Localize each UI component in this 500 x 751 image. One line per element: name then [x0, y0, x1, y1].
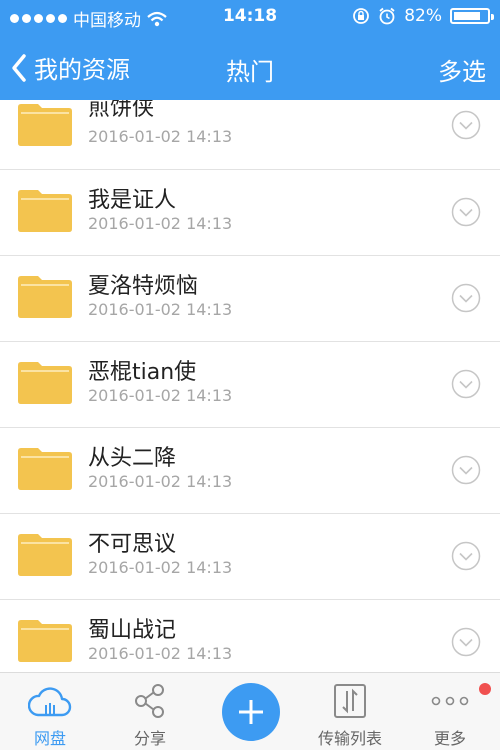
tab-label: 更多	[433, 729, 466, 748]
alarm-icon	[379, 7, 395, 25]
file-row[interactable]: 不可思议 2016-01-02 14:13	[0, 514, 500, 600]
chevron-down-icon[interactable]	[451, 627, 481, 657]
status-right: 82%	[352, 6, 494, 26]
rotation-lock-icon	[353, 8, 370, 24]
multi-select-button[interactable]: 多选	[438, 52, 486, 87]
tab-label: 分享	[133, 729, 166, 748]
file-date: 2016-01-02 14:13	[88, 558, 233, 577]
folder-icon	[18, 104, 72, 146]
file-row[interactable]: 煎饼侠 2016-01-02 14:13	[0, 100, 500, 170]
file-row[interactable]: 蜀山战记 2016-01-02 14:13	[0, 600, 500, 672]
status-bar: 中国移动 14:18 82%	[0, 0, 500, 32]
share-icon	[135, 684, 164, 718]
tab-label: 传输列表	[317, 729, 382, 748]
chevron-down-icon[interactable]	[451, 369, 481, 399]
plus-icon	[239, 700, 263, 724]
notification-badge	[479, 683, 491, 695]
battery-level	[454, 12, 481, 20]
file-row[interactable]: 恶棍tian使 2016-01-02 14:13	[0, 342, 500, 428]
file-date: 2016-01-02 14:13	[88, 472, 233, 491]
transfer-icon	[334, 684, 366, 718]
file-name: 我是证人	[88, 188, 177, 213]
tab-share[interactable]: 分享	[100, 673, 200, 751]
chevron-down-icon[interactable]	[451, 541, 481, 571]
chevron-down-icon[interactable]	[451, 197, 481, 227]
chevron-down-icon[interactable]	[451, 455, 481, 485]
file-date: 2016-01-02 14:13	[88, 644, 233, 663]
file-date: 2016-01-02 14:13	[88, 214, 233, 233]
file-name: 蜀山战记	[88, 618, 177, 643]
page-title: 热门	[226, 58, 274, 86]
file-name: 煎饼侠	[88, 100, 155, 121]
cloud-icon	[28, 687, 72, 717]
battery-icon	[450, 8, 494, 24]
file-row[interactable]: 我是证人 2016-01-02 14:13	[0, 170, 500, 256]
more-icon	[431, 696, 469, 706]
file-date: 2016-01-02 14:13	[88, 127, 233, 146]
folder-icon	[18, 448, 72, 490]
folder-icon	[18, 620, 72, 662]
folder-icon	[18, 276, 72, 318]
file-date: 2016-01-02 14:13	[88, 386, 233, 405]
folder-icon	[18, 362, 72, 404]
add-button[interactable]	[222, 683, 280, 741]
tab-label: 网盘	[33, 729, 66, 748]
file-list: 煎饼侠 2016-01-02 14:13 我是证人 2016-01-02 14:…	[0, 100, 500, 672]
file-name: 不可思议	[88, 532, 177, 557]
file-name: 从头二降	[88, 446, 177, 471]
file-name: 恶棍tian使	[88, 360, 197, 385]
tab-bar: 网盘 分享 传输列表 更多	[0, 672, 500, 750]
chevron-down-icon[interactable]	[451, 110, 481, 140]
tab-transfer-list[interactable]: 传输列表	[300, 673, 400, 751]
top-header: 中国移动 14:18 82% 我的资源 热门 多选	[0, 0, 500, 100]
folder-icon	[18, 190, 72, 232]
file-row[interactable]: 夏洛特烦恼 2016-01-02 14:13	[0, 256, 500, 342]
navigation-bar: 我的资源 热门 多选	[0, 40, 500, 92]
battery-percent: 82%	[404, 6, 442, 26]
file-name: 夏洛特烦恼	[88, 274, 199, 299]
file-date: 2016-01-02 14:13	[88, 300, 233, 319]
file-row[interactable]: 从头二降 2016-01-02 14:13	[0, 428, 500, 514]
tab-netdisk[interactable]: 网盘	[0, 673, 100, 751]
folder-icon	[18, 534, 72, 576]
chevron-down-icon[interactable]	[451, 283, 481, 313]
